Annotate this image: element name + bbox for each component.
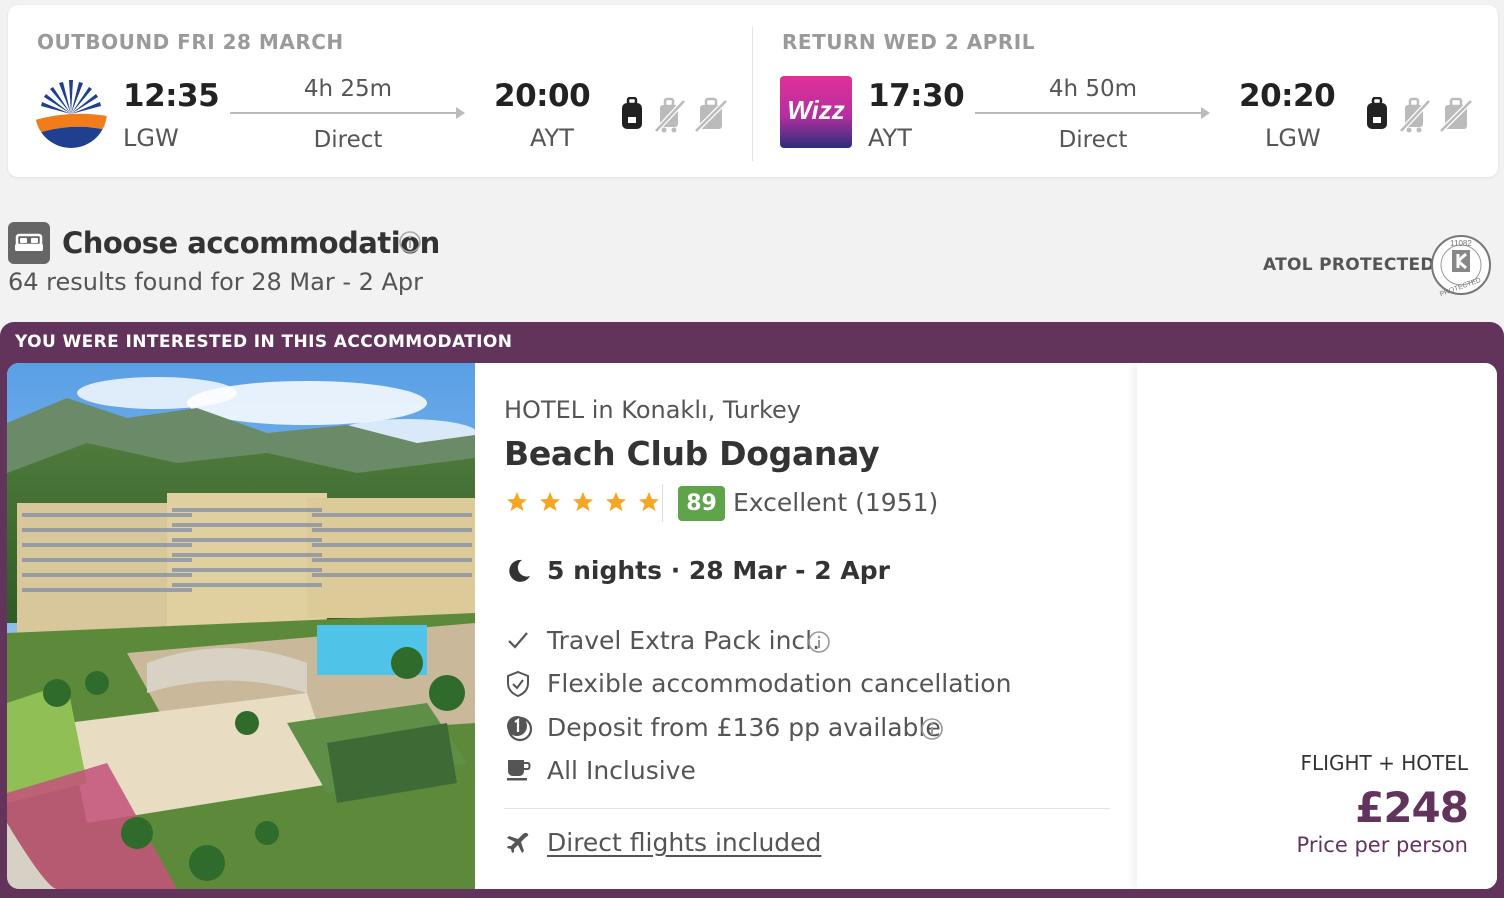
hotel-name[interactable]: Beach Club Doganay [504,434,880,473]
checked-bag-excluded-icon [1399,97,1431,133]
hold-luggage-excluded-icon [1439,97,1473,133]
deposit-icon [507,716,533,742]
flight-summary-card: OUTBOUND FRI 28 MARCH 12:35 LGW 4h 25m D… [8,5,1498,177]
info-icon[interactable] [398,230,422,258]
shield-check-icon [507,670,529,698]
hotel-type-location: HOTEL in Konaklı, Turkey [504,396,802,424]
star-icon [573,492,594,511]
results-count: 64 results found for 28 Mar - 2 Apr [8,268,424,296]
info-icon[interactable] [807,630,831,654]
hotel-card[interactable]: HOTEL in Konaklı, Turkey Beach Club Doga… [7,363,1497,889]
arrow-right-icon [1201,107,1210,119]
outbound-arrive-time: 20:00 [494,78,591,114]
wizz-logo: Wizz [780,76,852,148]
atol-logo: 11082 PROTECTED [1430,234,1492,300]
sunexpress-logo [35,76,107,148]
hold-luggage-excluded-icon [694,97,728,133]
plane-icon [507,832,529,853]
featured-hotel-container: YOU WERE INTERESTED IN THIS ACCOMMODATIO… [0,322,1504,898]
info-icon[interactable] [920,717,944,741]
cabin-bag-included-icon [1367,97,1387,129]
outbound-title: OUTBOUND FRI 28 MARCH [37,30,344,54]
feature-label: Travel Extra Pack incl. [547,626,821,655]
outbound-arrive-code: AYT [530,124,574,152]
return-depart-code: AYT [868,124,912,152]
review-score-text[interactable]: Excellent (1951) [733,488,938,517]
check-icon [508,632,528,649]
price-per-person-label: Price per person [1296,833,1468,857]
outbound-leg[interactable]: OUTBOUND FRI 28 MARCH 12:35 LGW 4h 25m D… [8,5,753,177]
outbound-stops: Direct [313,127,383,153]
review-score-badge: 89 [678,486,725,521]
outbound-route-line [230,112,458,114]
return-arrive-time: 20:20 [1239,78,1336,114]
price-panel[interactable]: FLIGHT + HOTEL £248 Price per person [1137,363,1497,889]
section-title: Choose accommodation [62,226,440,260]
cabin-bag-included-icon [622,97,642,129]
atol-label: ATOL PROTECTED [1263,255,1435,275]
package-type-label: FLIGHT + HOTEL [1300,751,1468,775]
return-stops: Direct [1058,127,1128,153]
star-icon [540,492,561,511]
feature-label: Deposit from £136 pp available [547,713,941,742]
direct-flights-label[interactable]: Direct flights included [547,828,821,857]
star-rating [505,490,665,518]
outbound-depart-time: 12:35 [123,78,220,114]
price-value: £248 [1355,783,1469,832]
svg-text:Wizz: Wizz [787,95,845,125]
feature-label: Flexible accommodation cancellation [547,669,1012,698]
return-route-line [975,112,1203,114]
return-depart-time: 17:30 [868,78,965,114]
return-duration: 4h 50m [1048,76,1138,102]
divider [504,808,1110,809]
cup-icon [507,760,531,781]
feature-label: All Inclusive [547,756,696,785]
star-icon [507,492,527,511]
moon-icon [509,559,530,582]
bed-icon [8,222,50,264]
stay-duration-text: 5 nights · 28 Mar - 2 Apr [547,556,890,585]
return-title: RETURN WED 2 APRIL [782,30,1035,54]
star-icon [606,492,627,511]
star-icon [639,492,660,511]
interest-banner: YOU WERE INTERESTED IN THIS ACCOMMODATIO… [15,332,513,352]
arrow-right-icon [456,107,465,119]
return-leg[interactable]: RETURN WED 2 APRIL Wizz 17:30 AYT 4h 50m… [753,5,1498,177]
checked-bag-excluded-icon [654,97,686,133]
hotel-photo[interactable] [7,363,475,889]
svg-text:11082: 11082 [1450,239,1472,248]
outbound-depart-code: LGW [123,124,179,152]
outbound-duration: 4h 25m [303,76,393,102]
rating-divider [662,484,663,522]
return-arrive-code: LGW [1265,124,1321,152]
